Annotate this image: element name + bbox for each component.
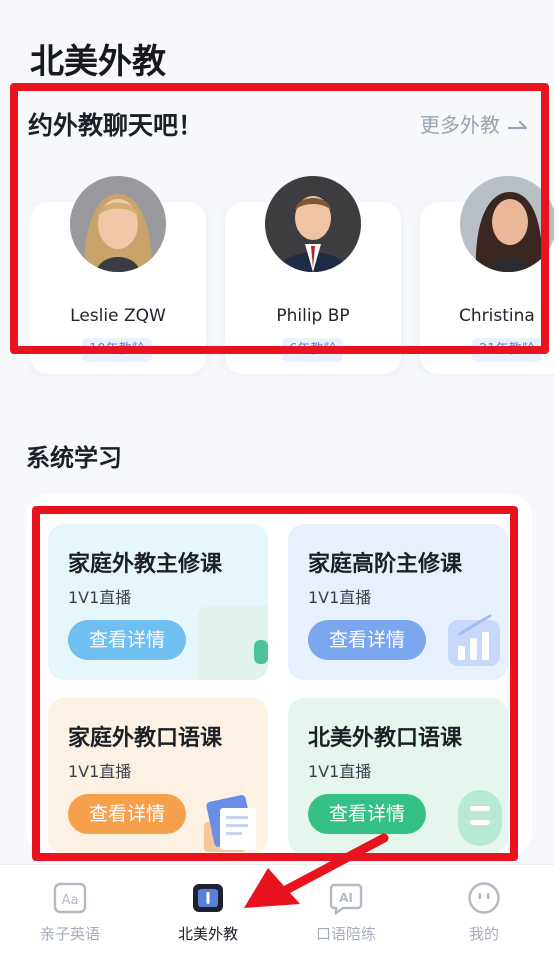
teacher-card[interactable]: Philip BP 6年教龄	[225, 176, 401, 374]
view-details-button[interactable]: 查看详情	[68, 620, 186, 660]
more-teachers-link[interactable]: 更多外教	[420, 109, 528, 138]
experience-badge: 21年教龄	[472, 338, 542, 362]
course-card[interactable]: 家庭外教口语课 1V1直播 查看详情	[48, 698, 268, 854]
face-icon	[468, 882, 500, 914]
course-card[interactable]: 家庭高阶主修课 1V1直播 查看详情	[288, 524, 508, 680]
course-subtitle: 1V1直播	[308, 762, 372, 781]
bar-chart-icon	[446, 608, 502, 672]
microphone-icon	[452, 790, 508, 854]
teacher-book-icon	[193, 884, 223, 912]
teacher-avatar	[460, 176, 554, 272]
teacher-card[interactable]: Leslie ZQW 10年教龄	[30, 176, 206, 374]
aa-book-icon: Aa	[53, 882, 87, 914]
nav-item-mine[interactable]: 我的	[424, 881, 544, 944]
nav-label: 亲子英语	[39, 925, 100, 943]
course-card[interactable]: 北美外教口语课 1V1直播 查看详情	[288, 698, 508, 854]
nav-item-speaking-practice[interactable]: AI 口语陪练	[286, 881, 406, 944]
page-title: 北美外教	[30, 42, 166, 82]
teachers-header: 约外教聊天吧！ 更多外教	[28, 106, 528, 140]
nav-item-north-america-teachers[interactable]: 北美外教	[148, 881, 268, 944]
nav-label: 北美外教	[177, 925, 238, 943]
nav-label: 口语陪练	[315, 925, 376, 943]
teachers-section-title: 约外教聊天吧！	[28, 111, 204, 140]
course-title: 北美外教口语课	[308, 726, 463, 751]
course-subtitle: 1V1直播	[68, 588, 132, 607]
view-details-button[interactable]: 查看详情	[308, 620, 426, 660]
course-subtitle: 1V1直播	[308, 588, 372, 607]
more-teachers-label: 更多外教	[420, 113, 500, 137]
experience-badge: 10年教龄	[82, 338, 152, 362]
arrow-right-icon	[507, 112, 528, 136]
ai-chat-icon: AI	[329, 883, 363, 915]
experience-badge: 6年教龄	[282, 338, 344, 362]
view-details-button[interactable]: 查看详情	[308, 794, 426, 834]
course-illustration	[198, 606, 268, 680]
teacher-carousel[interactable]: Leslie ZQW 10年教龄 Philip BP 6年教龄 Christin…	[30, 176, 554, 376]
course-title: 家庭外教主修课	[68, 552, 223, 577]
teacher-name: Philip BP	[276, 306, 350, 326]
book-illustration-icon	[198, 792, 268, 854]
svg-text:Aa: Aa	[62, 893, 79, 908]
bottom-navigation: Aa 亲子英语 北美外教 AI 口语陪练 我的	[0, 864, 554, 957]
course-title: 家庭外教口语课	[68, 726, 223, 751]
system-learning-title: 系统学习	[26, 444, 122, 472]
teacher-avatar	[265, 176, 361, 272]
teacher-card[interactable]: Christina 21年教龄	[420, 176, 554, 374]
nav-label: 我的	[468, 925, 499, 943]
nav-item-parent-child-english[interactable]: Aa 亲子英语	[10, 881, 130, 944]
teacher-name: Leslie ZQW	[70, 306, 166, 326]
svg-text:AI: AI	[339, 891, 353, 905]
teacher-name: Christina	[459, 306, 535, 326]
course-subtitle: 1V1直播	[68, 762, 132, 781]
courses-panel: 家庭外教主修课 1V1直播 查看详情 家庭高阶主修课 1V1直播 查看详情 家庭…	[26, 494, 532, 854]
course-title: 家庭高阶主修课	[308, 552, 463, 577]
view-details-button[interactable]: 查看详情	[68, 794, 186, 834]
course-card[interactable]: 家庭外教主修课 1V1直播 查看详情	[48, 524, 268, 680]
teacher-avatar	[70, 176, 166, 272]
